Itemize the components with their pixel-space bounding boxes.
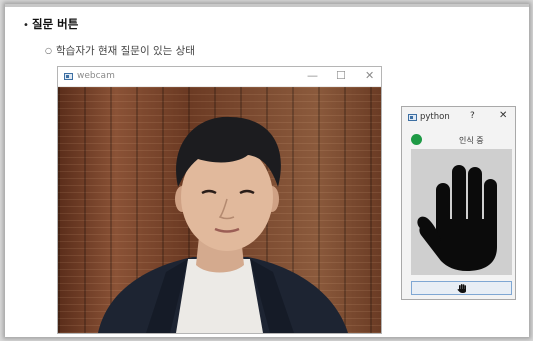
sub-bullet: ○ — [45, 46, 52, 55]
webcam-titlebar[interactable]: webcam — ☐ ✕ — [58, 67, 381, 87]
python-window[interactable]: python ? ✕ 인식 중 — [401, 106, 516, 300]
status-indicator — [411, 134, 422, 145]
sub-heading: 학습자가 현재 질문이 있는 상태 — [56, 45, 195, 57]
heading-bullet: • — [23, 20, 29, 31]
webcam-title: webcam — [77, 71, 115, 81]
app-window-icon — [64, 73, 73, 80]
python-close-icon[interactable]: ✕ — [499, 110, 507, 121]
status-text: 인식 중 — [459, 136, 484, 145]
page-top-border — [5, 4, 529, 7]
maximize-icon[interactable]: ☐ — [336, 69, 346, 83]
person-image — [98, 116, 348, 333]
raised-hand-icon — [417, 165, 497, 271]
python-app-icon — [408, 114, 417, 121]
hand-button[interactable] — [411, 281, 512, 295]
hand-display — [411, 149, 512, 275]
webcam-window[interactable]: webcam — ☐ ✕ — [57, 66, 382, 334]
python-title: python — [420, 112, 450, 122]
minimize-icon[interactable]: — — [307, 69, 318, 83]
document-page: • 질문 버튼 ○ 학습자가 현재 질문이 있는 상태 webcam — ☐ ✕ — [5, 4, 529, 337]
hand-icon — [457, 284, 466, 293]
section-heading: 질문 버튼 — [32, 17, 79, 31]
help-icon[interactable]: ? — [470, 111, 475, 121]
camera-feed — [58, 87, 381, 333]
close-icon[interactable]: ✕ — [365, 69, 374, 83]
